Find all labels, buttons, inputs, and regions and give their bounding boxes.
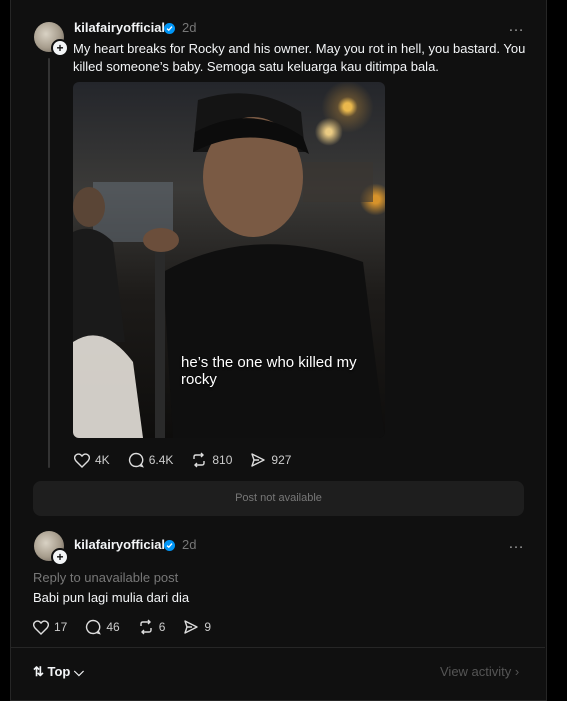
post-image[interactable]: he’s the one who killed my rocky [73, 82, 385, 438]
comment-count: 46 [106, 620, 120, 634]
repost-button[interactable]: 6 [138, 619, 166, 635]
share-icon [251, 453, 266, 467]
share-count: 927 [271, 453, 292, 467]
comment-button[interactable]: 46 [85, 619, 120, 635]
heart-icon [74, 452, 90, 468]
share-count: 9 [204, 620, 212, 634]
share-button[interactable]: 927 [250, 452, 291, 468]
comment-button[interactable]: 6.4K [128, 452, 174, 468]
like-count: 17 [54, 620, 68, 634]
post-actions: 4K 6.4K 810 927 [74, 452, 291, 468]
reply-to-label[interactable]: Reply to unavailable post [33, 570, 178, 585]
share-button[interactable]: 9 [183, 619, 211, 635]
like-count: 4K [95, 453, 110, 467]
post-time: 2d [182, 20, 197, 35]
reply-body: Babi pun lagi mulia dari dia [33, 590, 190, 605]
repost-button[interactable]: 810 [191, 452, 232, 468]
reply-more-options-icon[interactable]: … [508, 535, 525, 553]
repost-icon [140, 619, 152, 635]
reply-avatar[interactable]: + [34, 531, 69, 566]
post-username[interactable]: kilafairyofficial [74, 20, 165, 35]
unavailable-post-notice: Post not available [33, 481, 524, 516]
verified-badge-icon [164, 23, 175, 34]
view-activity-link[interactable]: View activity › [440, 664, 519, 679]
heart-icon [33, 619, 49, 635]
share-icon [184, 620, 199, 634]
footer-divider [10, 647, 545, 648]
sort-top-dropdown[interactable]: ⇅ Top ⌵ [33, 664, 84, 680]
avatar[interactable]: + [34, 22, 69, 57]
reply-time: 2d [182, 537, 197, 552]
follow-plus-icon[interactable]: + [51, 39, 69, 57]
repost-count: 810 [212, 453, 233, 467]
reply-username[interactable]: kilafairyofficial [74, 537, 165, 552]
reply-actions: 17 46 6 9 [33, 619, 211, 635]
like-button[interactable]: 4K [74, 452, 110, 468]
comment-icon [128, 452, 144, 468]
like-button[interactable]: 17 [33, 619, 68, 635]
follow-plus-icon[interactable]: + [51, 548, 69, 566]
comment-icon [86, 619, 102, 635]
image-caption: he’s the one who killed my rocky [181, 354, 357, 388]
repost-icon [193, 452, 206, 468]
post-body: My heart breaks for Rocky and his owner.… [73, 41, 526, 74]
more-options-icon[interactable]: … [508, 18, 525, 36]
comment-count: 6.4K [148, 453, 174, 467]
repost-count: 6 [158, 620, 166, 634]
thread-line [48, 58, 50, 468]
verified-badge-icon [164, 540, 175, 551]
